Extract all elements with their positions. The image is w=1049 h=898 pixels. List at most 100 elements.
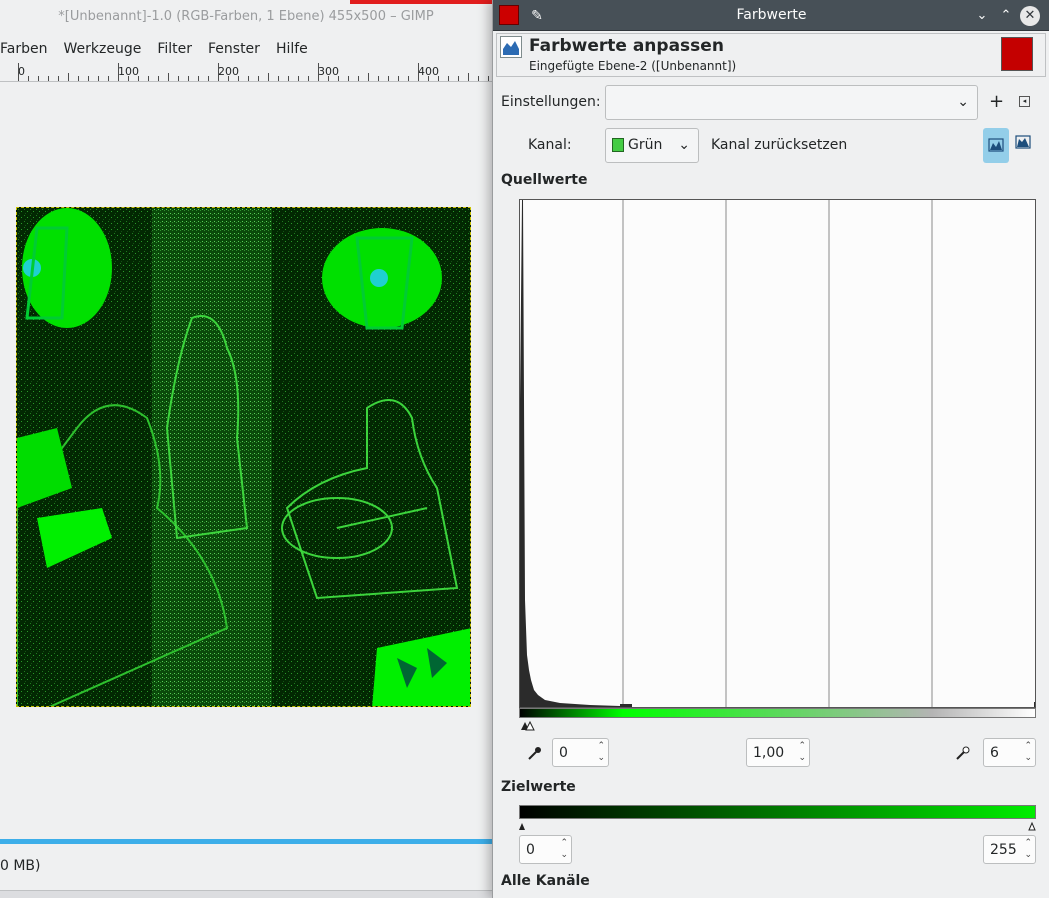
- menu-werkzeuge[interactable]: Werkzeuge: [55, 36, 149, 62]
- ruler-tick: [258, 76, 259, 81]
- ruler-tick: [28, 76, 29, 81]
- input-low-value: 0: [559, 745, 568, 761]
- menu-fenster[interactable]: Fenster: [200, 36, 268, 62]
- ruler-tick: [138, 76, 139, 81]
- output-level-sliders[interactable]: [519, 819, 1036, 831]
- ruler-tick: [418, 63, 419, 81]
- chevron-down-icon: ⌄: [678, 137, 690, 153]
- ruler-tick: [308, 76, 309, 81]
- ruler-tick: [298, 76, 299, 81]
- histogram[interactable]: [519, 199, 1036, 708]
- channel-value: Grün: [628, 137, 663, 153]
- ruler-tick: [348, 76, 349, 81]
- ruler-tick: [168, 73, 169, 81]
- ruler-tick: [338, 76, 339, 81]
- channel-label: Kanal:: [528, 137, 572, 153]
- minimize-chevron-down-icon[interactable]: ⌄: [972, 6, 992, 26]
- ruler-tick: [108, 76, 109, 81]
- preset-menu-icon[interactable]: ◂: [1019, 96, 1030, 107]
- spin-down-icon[interactable]: ⌄: [560, 850, 568, 860]
- menu-hilfe[interactable]: Hilfe: [268, 36, 316, 62]
- ruler-tick: [188, 76, 189, 81]
- dialog-title-bar[interactable]: ✎ Farbwerte ⌄ ⌃ ✕: [493, 0, 1049, 31]
- output-gradient-bar: [519, 805, 1036, 819]
- ruler-tick: [428, 76, 429, 81]
- add-preset-button[interactable]: +: [989, 92, 1004, 112]
- settings-label: Einstellungen:: [501, 94, 601, 110]
- input-gradient-bar: [519, 708, 1036, 718]
- linear-histogram-button[interactable]: [983, 128, 1009, 163]
- ruler-tick: [288, 76, 289, 81]
- gimp-menubar: Farben Werkzeuge Filter Fenster Hilfe: [0, 36, 316, 62]
- header-title: Farbwerte anpassen: [529, 36, 724, 56]
- ruler-tick: [358, 76, 359, 81]
- horizontal-scrollbar[interactable]: [0, 839, 492, 844]
- spin-up-icon[interactable]: ⌃: [560, 838, 568, 848]
- red-window-strip: [350, 0, 492, 4]
- ruler-tick: [218, 63, 219, 81]
- white-point-picker-icon[interactable]: [955, 745, 971, 761]
- channel-combobox[interactable]: Grün ⌄: [605, 128, 699, 163]
- menu-filter[interactable]: Filter: [149, 36, 200, 62]
- input-level-sliders[interactable]: [519, 719, 1036, 731]
- ruler-tick: [248, 76, 249, 81]
- output-high-value: 255: [990, 842, 1017, 858]
- levels-icon: [500, 36, 522, 58]
- edge-detected-photo: [17, 208, 470, 706]
- spin-up-icon[interactable]: ⌃: [1024, 838, 1032, 848]
- ruler-tick: [468, 73, 469, 81]
- ruler-tick: [208, 76, 209, 81]
- maximize-chevron-up-icon[interactable]: ⌃: [996, 6, 1016, 26]
- ruler-tick: [18, 63, 19, 81]
- ruler-tick: [148, 76, 149, 81]
- ruler-tick: [78, 76, 79, 81]
- spin-down-icon[interactable]: ⌄: [597, 753, 605, 763]
- ruler-tick: [378, 76, 379, 81]
- spin-down-icon[interactable]: ⌄: [1024, 753, 1032, 763]
- ruler-tick: [88, 76, 89, 81]
- header-subtitle: Eingefügte Ebene-2 ([Unbenannt]): [529, 59, 737, 73]
- ruler-tick: [198, 76, 199, 81]
- reset-channel-button[interactable]: Kanal zurücksetzen: [711, 137, 847, 153]
- ruler-tick: [158, 76, 159, 81]
- spin-down-icon[interactable]: ⌄: [1024, 850, 1032, 860]
- input-gamma-value: 1,00: [753, 745, 785, 761]
- status-text: 0 MB): [0, 858, 41, 874]
- ruler-tick: [178, 76, 179, 81]
- input-gamma-spinbox[interactable]: 1,00 ⌃ ⌄: [746, 738, 810, 767]
- ruler-tick: [448, 76, 449, 81]
- menu-farben[interactable]: Farben: [0, 36, 55, 62]
- spin-up-icon[interactable]: ⌃: [798, 741, 806, 751]
- ruler-tick: [278, 76, 279, 81]
- input-high-spinbox[interactable]: 6 ⌃ ⌄: [983, 738, 1036, 767]
- all-channels-heading: Alle Kanäle: [501, 873, 590, 889]
- ruler-tick: [48, 76, 49, 81]
- logarithmic-histogram-button[interactable]: [1015, 134, 1031, 150]
- ruler-label: 0: [18, 65, 25, 78]
- output-high-spinbox[interactable]: 255 ⌃ ⌄: [983, 835, 1036, 864]
- output-low-spinbox[interactable]: 0 ⌃ ⌄: [519, 835, 572, 864]
- green-channel-icon: [612, 138, 624, 152]
- horizontal-ruler[interactable]: 0 100 200 300 400: [0, 63, 492, 82]
- ruler-tick: [318, 63, 319, 81]
- statusbar: [0, 890, 492, 898]
- ruler-tick: [228, 76, 229, 81]
- spin-up-icon[interactable]: ⌃: [597, 741, 605, 751]
- ruler-tick: [388, 76, 389, 81]
- dialog-title: Farbwerte: [736, 7, 807, 23]
- black-point-picker-icon[interactable]: [527, 745, 543, 761]
- close-icon[interactable]: ✕: [1020, 6, 1040, 26]
- ruler-tick: [328, 76, 329, 81]
- ruler-tick: [98, 76, 99, 81]
- gimp-window-title: *[Unbenannt]-1.0 (RGB-Farben, 1 Ebene) 4…: [58, 9, 434, 24]
- spin-down-icon[interactable]: ⌄: [798, 753, 806, 763]
- settings-combobox[interactable]: ⌄: [605, 85, 978, 120]
- ruler-tick: [458, 76, 459, 81]
- ruler-tick: [58, 76, 59, 81]
- image-canvas[interactable]: [16, 207, 471, 707]
- ruler-tick: [398, 76, 399, 81]
- input-low-spinbox[interactable]: 0 ⌃ ⌄: [552, 738, 609, 767]
- ruler-tick: [408, 76, 409, 81]
- spin-up-icon[interactable]: ⌃: [1024, 741, 1032, 751]
- gimp-main-window: *[Unbenannt]-1.0 (RGB-Farben, 1 Ebene) 4…: [0, 0, 492, 898]
